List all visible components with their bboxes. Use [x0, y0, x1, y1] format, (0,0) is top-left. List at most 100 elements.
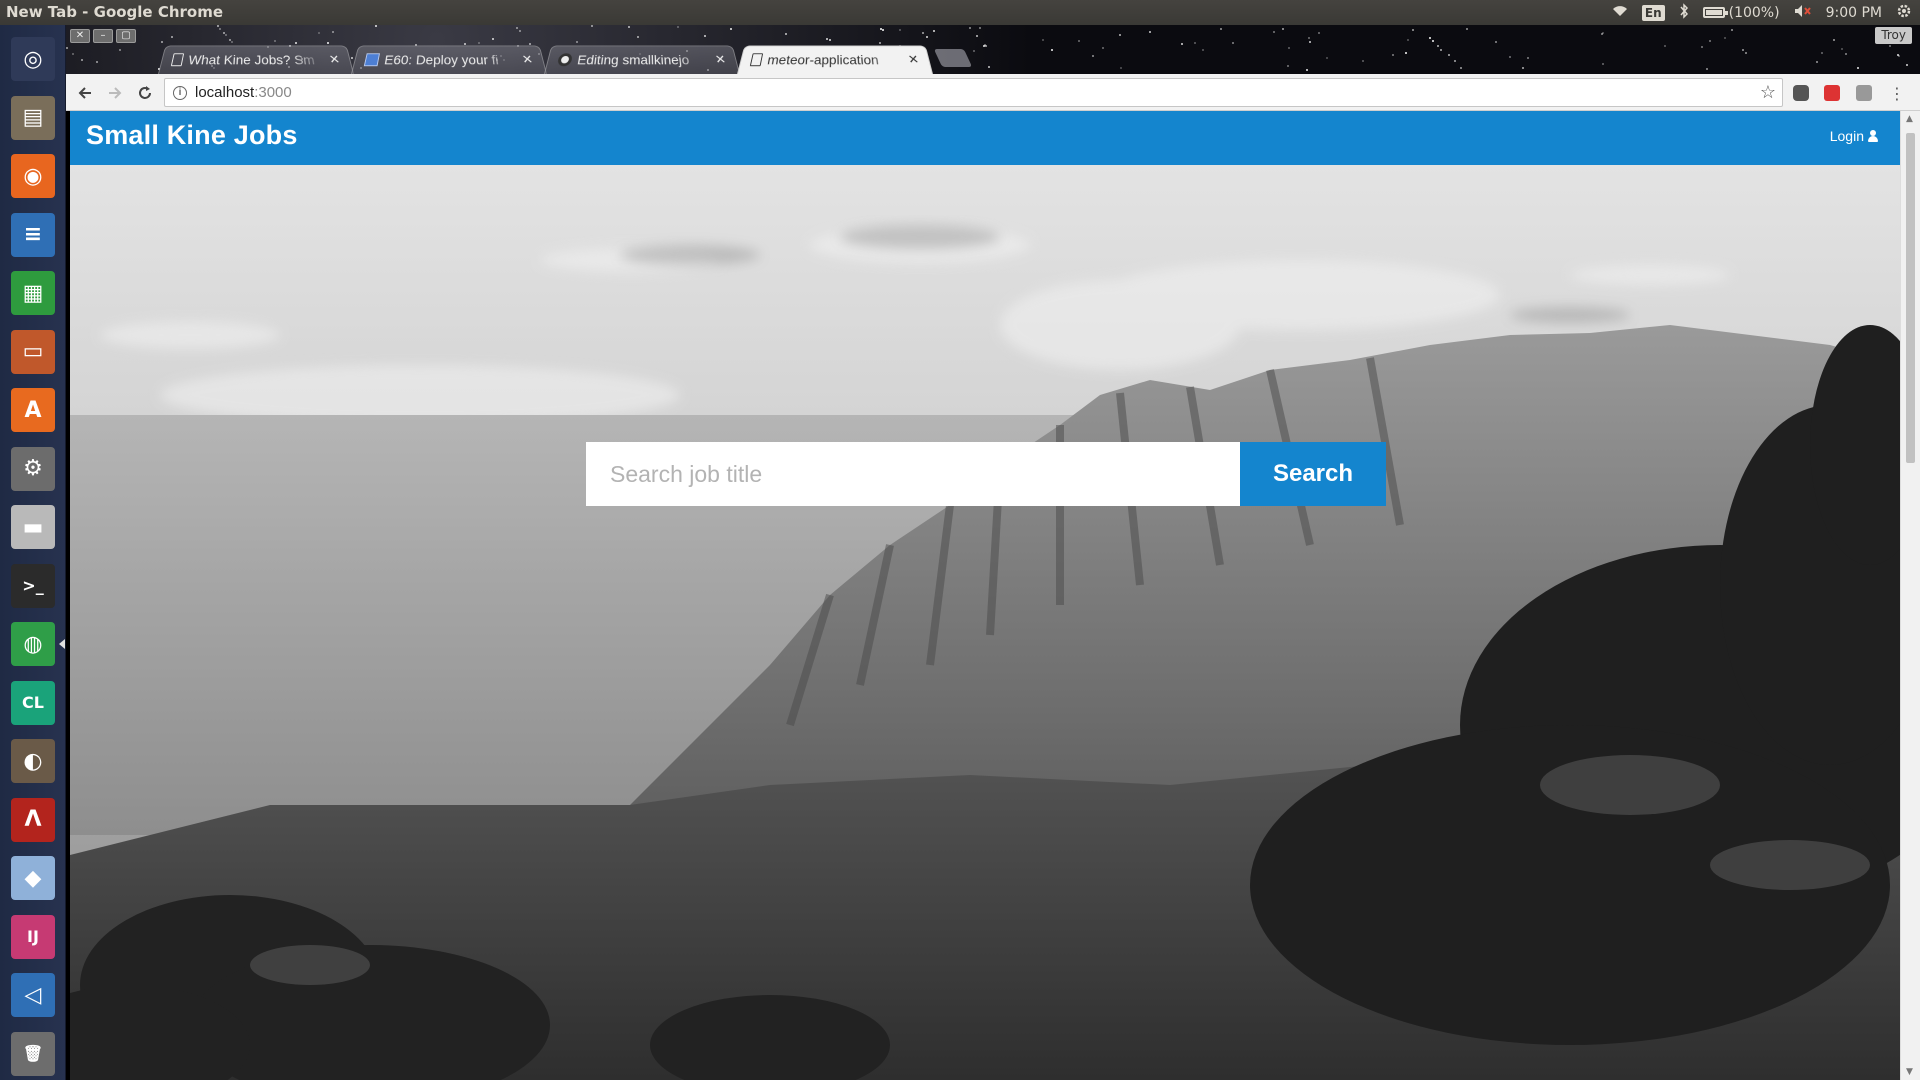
- volume-muted-icon[interactable]: [1794, 4, 1812, 22]
- scroll-down-icon[interactable]: ▼: [1906, 1067, 1913, 1077]
- launcher-intellij[interactable]: IJ: [7, 911, 59, 963]
- battery-percent: (100%): [1728, 4, 1780, 21]
- impress-icon: ▭: [11, 329, 55, 374]
- tab-close-icon[interactable]: ✕: [328, 53, 341, 67]
- forward-arrow-icon[interactable]: [102, 80, 128, 106]
- launcher-files[interactable]: ▤: [7, 92, 59, 144]
- terminal-icon: >_: [11, 563, 55, 608]
- scroll-up-icon[interactable]: ▲: [1906, 114, 1913, 124]
- search-job-input[interactable]: [586, 442, 1240, 506]
- extension-gray-icon[interactable]: [1856, 85, 1872, 101]
- battery-icon: [1702, 7, 1728, 18]
- launcher-libreoffice-impress[interactable]: ▭: [7, 326, 59, 378]
- extension-red-icon[interactable]: [1824, 85, 1840, 101]
- top-panel: New Tab - Google Chrome En (100%) 9:00 P…: [0, 0, 1920, 25]
- user-icon: [1868, 130, 1878, 142]
- launcher-clion[interactable]: CL: [7, 677, 59, 729]
- tab-close-icon[interactable]: ✕: [714, 53, 727, 67]
- tab-title: What Kine Jobs? Sm: [187, 52, 316, 68]
- launcher-gimp[interactable]: ◐: [7, 735, 59, 787]
- ubuntu-logo-icon: ◎: [11, 37, 55, 81]
- login-label: Login: [1829, 128, 1864, 144]
- unity-launcher: ◎ ▤ ◉ ≡ ▦ ▭ A ⚙ ▬ >_ ◍ CL ◐ Λ ◆ IJ ◁ 🗑: [0, 25, 66, 1080]
- window-close-icon[interactable]: ✕: [70, 29, 90, 43]
- launcher-software-center[interactable]: A: [7, 384, 59, 436]
- clock[interactable]: 9:00 PM: [1826, 5, 1882, 21]
- launcher-vscode[interactable]: ◁: [7, 969, 59, 1021]
- system-indicators: En (100%) 9:00 PM: [1612, 0, 1912, 25]
- document-icon: [170, 53, 185, 67]
- window-minimize-icon[interactable]: –: [93, 29, 113, 43]
- profile-button[interactable]: Troy: [1875, 27, 1912, 44]
- settings-wrench-icon: ⚙: [11, 446, 55, 491]
- keyboard-language[interactable]: En: [1641, 4, 1665, 21]
- bookmark-star-icon[interactable]: ☆: [1760, 82, 1776, 103]
- launcher-ubuntu-dash[interactable]: ◎: [7, 33, 59, 85]
- github-icon: [556, 53, 573, 67]
- site-info-icon[interactable]: i: [173, 85, 187, 100]
- url-port: :3000: [254, 84, 292, 101]
- battery-indicator[interactable]: (100%): [1702, 4, 1780, 21]
- browser-tab[interactable]: meteor-application ✕: [737, 45, 933, 74]
- firefox-icon: ◉: [11, 154, 55, 198]
- new-tab-button[interactable]: [933, 49, 973, 67]
- browser-tab[interactable]: What Kine Jobs? Sm ✕: [158, 45, 354, 74]
- launcher-chrome[interactable]: ◍: [7, 618, 59, 670]
- clion-icon: CL: [11, 680, 55, 725]
- tab-title: E60: Deploy your fi: [383, 52, 500, 68]
- document-icon: [749, 53, 764, 67]
- tab-close-icon[interactable]: ✕: [521, 53, 534, 67]
- trash-icon: 🗑: [11, 1031, 55, 1076]
- intellij-icon: IJ: [11, 914, 55, 959]
- chrome-window: ✕ – ▢ What Kine Jobs? Sm ✕ E60: Deploy you…: [66, 25, 1920, 1080]
- browser-tab[interactable]: Editing smallkinejo ✕: [544, 45, 740, 74]
- blue-square-icon: [363, 53, 380, 67]
- page-viewport: Small Kine Jobs Login Search job title S…: [70, 111, 1900, 1080]
- hard-drive-icon: ▬: [11, 505, 55, 549]
- extension-shield-icon[interactable]: [1793, 85, 1809, 101]
- launcher-terminal[interactable]: >_: [7, 560, 59, 612]
- launcher-libreoffice-calc[interactable]: ▦: [7, 267, 59, 319]
- active-app-arrow-icon: [59, 639, 65, 649]
- launcher-libreoffice-writer[interactable]: ≡: [7, 209, 59, 261]
- hero-background: [70, 165, 1900, 1080]
- window-controls: ✕ – ▢: [70, 29, 136, 43]
- launcher-firefox[interactable]: ◉: [7, 150, 59, 202]
- site-brand[interactable]: Small Kine Jobs: [86, 120, 298, 151]
- login-link[interactable]: Login: [1830, 128, 1878, 144]
- wifi-icon[interactable]: [1612, 5, 1628, 21]
- tab-title: Editing smallkinejo: [576, 52, 691, 68]
- session-gear-icon[interactable]: [1896, 3, 1912, 23]
- file-cabinet-icon: ▤: [11, 95, 55, 140]
- calc-icon: ▦: [11, 271, 55, 315]
- chrome-icon: ◍: [11, 622, 55, 666]
- back-arrow-icon[interactable]: [72, 80, 98, 106]
- browser-tab[interactable]: E60: Deploy your fi ✕: [351, 45, 547, 74]
- address-bar[interactable]: i localhost:3000 ☆: [164, 78, 1783, 107]
- tab-close-icon[interactable]: ✕: [907, 53, 920, 67]
- site-navbar: Small Kine Jobs Login: [70, 111, 1900, 165]
- atom-icon: Λ: [11, 797, 55, 842]
- window-maximize-icon[interactable]: ▢: [116, 29, 136, 43]
- launcher-atom[interactable]: Λ: [7, 794, 59, 846]
- launcher-virtualbox[interactable]: ◆: [7, 852, 59, 904]
- bluetooth-icon[interactable]: [1679, 2, 1689, 23]
- chrome-menu-icon[interactable]: ⋮: [1884, 80, 1910, 106]
- writer-icon: ≡: [11, 212, 55, 257]
- scroll-thumb[interactable]: [1906, 133, 1915, 463]
- search-button[interactable]: Search: [1240, 442, 1386, 506]
- url-host: localhost: [195, 84, 255, 101]
- landscape-image: [70, 165, 1900, 1080]
- launcher-trash[interactable]: 🗑: [7, 1028, 59, 1080]
- launcher-disk[interactable]: ▬: [7, 501, 59, 553]
- tab-strip: ✕ – ▢ What Kine Jobs? Sm ✕ E60: Deploy you…: [66, 25, 1920, 74]
- reload-icon[interactable]: [132, 80, 158, 106]
- page-scrollbar[interactable]: ▲ ▼: [1900, 111, 1920, 1080]
- shopping-bag-icon: A: [11, 388, 55, 432]
- tab-title: meteor-application: [766, 52, 880, 68]
- gimp-icon: ◐: [11, 739, 55, 783]
- launcher-system-settings[interactable]: ⚙: [7, 443, 59, 495]
- desktop: New Tab - Google Chrome En (100%) 9:00 P…: [0, 0, 1920, 1080]
- window-title: New Tab - Google Chrome: [6, 3, 224, 21]
- cube-icon: ◆: [11, 856, 55, 900]
